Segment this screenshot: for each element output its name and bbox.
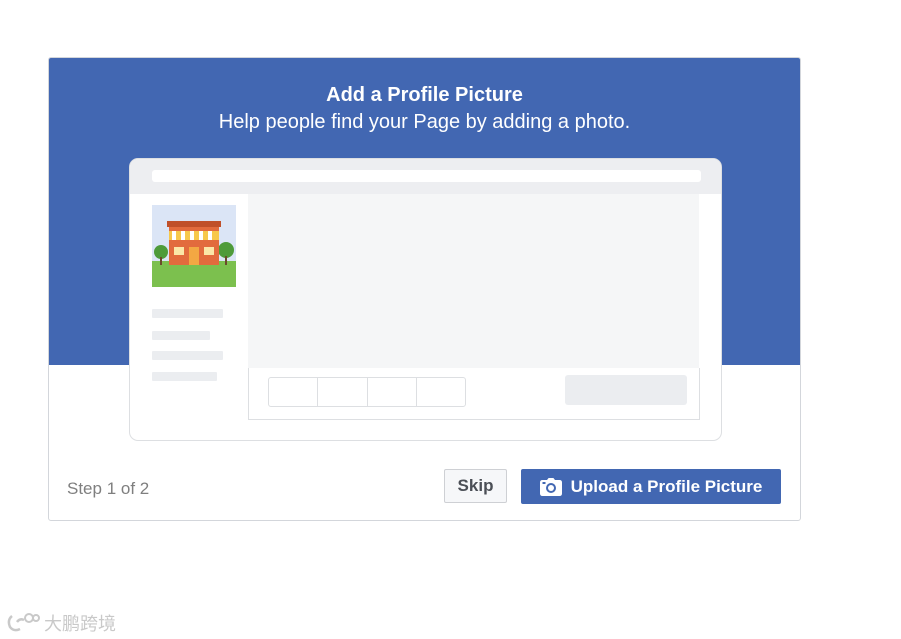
storefront-icon — [152, 205, 236, 287]
preview-tab — [269, 378, 319, 406]
skip-button[interactable]: Skip — [444, 469, 507, 503]
watermark: 大鹏跨境 — [6, 610, 116, 636]
page-preview-illustration — [129, 158, 722, 441]
preview-top-bar — [130, 159, 721, 194]
camera-icon — [539, 477, 562, 496]
preview-cover-photo — [248, 194, 699, 368]
watermark-logo-icon — [6, 612, 40, 634]
preview-tab — [417, 378, 465, 406]
preview-action-button — [565, 375, 687, 405]
upload-label: Upload a Profile Picture — [570, 476, 763, 496]
preview-text-line — [152, 309, 223, 318]
preview-tab — [368, 378, 417, 406]
preview-tab — [318, 378, 368, 406]
preview-text-line — [152, 331, 210, 340]
watermark-text: 大鹏跨境 — [44, 614, 116, 634]
preview-search-bar — [152, 170, 701, 182]
preview-tabs — [268, 377, 466, 407]
upload-profile-picture-button[interactable]: Upload a Profile Picture — [521, 469, 781, 504]
dialog-title: Add a Profile Picture — [326, 84, 523, 106]
skip-label: Skip — [457, 476, 494, 495]
step-indicator: Step 1 of 2 — [67, 479, 150, 498]
profile-picture-dialog: Add a Profile Picture Help people find y… — [48, 57, 801, 521]
preview-text-line — [152, 351, 223, 360]
preview-text-line — [152, 372, 217, 381]
preview-tab-bar — [248, 368, 700, 420]
dialog-subtitle: Help people find your Page by adding a p… — [218, 111, 631, 133]
